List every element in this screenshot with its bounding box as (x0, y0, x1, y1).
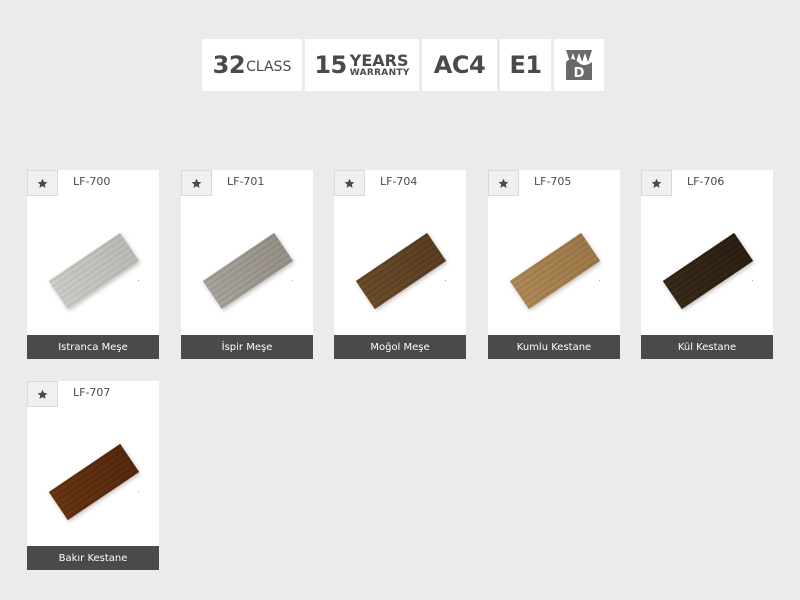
product-swatch-image[interactable] (355, 232, 447, 310)
star-icon (344, 178, 355, 188)
warranty-badge: 15 YEARS WARRANTY (305, 39, 419, 91)
floor-layers-icon: D (566, 50, 592, 81)
product-card[interactable]: LF-705 Kumlu Kestane (488, 170, 620, 359)
favorite-button[interactable] (27, 170, 58, 196)
ac-rating: AC4 (433, 51, 486, 79)
d-letter: D (574, 66, 585, 81)
star-icon (37, 178, 48, 188)
star-icon (191, 178, 202, 188)
product-code: LF-700 (73, 175, 111, 188)
product-code: LF-704 (380, 175, 418, 188)
ac-badge: AC4 (422, 39, 497, 91)
d-badge: D (554, 39, 604, 91)
product-swatch-image[interactable] (48, 443, 140, 521)
favorite-button[interactable] (641, 170, 672, 196)
product-name[interactable]: Bakır Kestane (27, 546, 159, 570)
product-name[interactable]: Kumlu Kestane (488, 335, 620, 359)
product-name[interactable]: Kül Kestane (641, 335, 773, 359)
product-swatch-image[interactable] (509, 232, 601, 310)
swatch-marker (445, 280, 446, 281)
favorite-button[interactable] (488, 170, 519, 196)
favorite-button[interactable] (334, 170, 365, 196)
star-icon (498, 178, 509, 188)
product-swatch-image[interactable] (48, 232, 140, 310)
feature-badges: 32 CLASS 15 YEARS WARRANTY AC4 E1 D (202, 39, 604, 91)
product-name[interactable]: Moğol Meşe (334, 335, 466, 359)
product-card[interactable]: LF-706 Kül Kestane (641, 170, 773, 359)
class-number: 32 (212, 51, 246, 79)
favorite-button[interactable] (27, 381, 58, 407)
product-name[interactable]: İspir Meşe (181, 335, 313, 359)
product-swatch-image[interactable] (202, 232, 294, 310)
star-icon (651, 178, 662, 188)
product-code: LF-706 (687, 175, 725, 188)
swatch-marker (599, 280, 600, 281)
swatch-marker (138, 280, 139, 281)
swatch-marker (138, 491, 139, 492)
warranty-label: WARRANTY (349, 67, 410, 78)
favorite-button[interactable] (181, 170, 212, 196)
years-label: YEARS (349, 50, 409, 70)
product-code: LF-707 (73, 386, 111, 399)
class-badge: 32 CLASS (202, 39, 302, 91)
class-label: CLASS (246, 59, 292, 75)
product-card[interactable]: LF-707 Bakır Kestane (27, 381, 159, 570)
emission-class: E1 (509, 51, 542, 79)
product-card[interactable]: LF-701 İspir Meşe (181, 170, 313, 359)
swatch-marker (752, 280, 753, 281)
years-number: 15 (314, 51, 347, 79)
product-name[interactable]: Istranca Meşe (27, 335, 159, 359)
product-swatch-image[interactable] (662, 232, 754, 310)
star-icon (37, 389, 48, 399)
product-code: LF-701 (227, 175, 265, 188)
emission-badge: E1 (500, 39, 551, 91)
swatch-marker (292, 280, 293, 281)
product-code: LF-705 (534, 175, 572, 188)
product-card[interactable]: LF-700 Istranca Meşe (27, 170, 159, 359)
product-card[interactable]: LF-704 Moğol Meşe (334, 170, 466, 359)
